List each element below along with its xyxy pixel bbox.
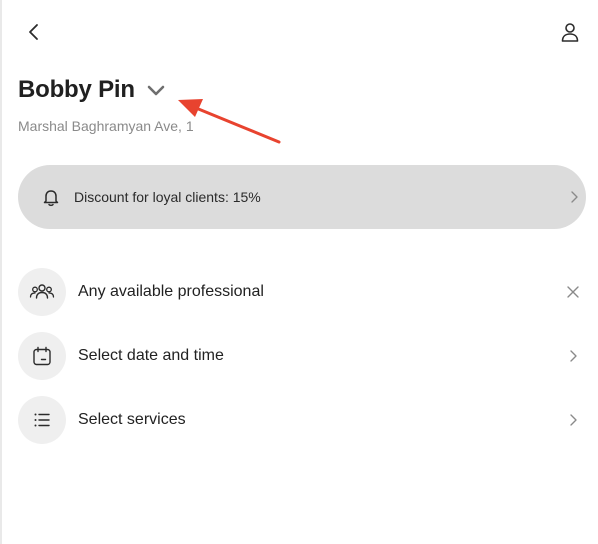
option-label: Select services <box>78 411 186 428</box>
option-label: Any available professional <box>78 283 264 300</box>
profile-button[interactable] <box>558 20 582 44</box>
user-icon <box>561 23 579 42</box>
discount-text: Discount for loyal clients: 15% <box>74 189 261 205</box>
chevron-left-icon <box>29 24 38 40</box>
chevron-right-icon <box>571 191 578 203</box>
icon-circle <box>18 396 66 444</box>
close-icon[interactable] <box>564 283 582 301</box>
chevron-right-icon <box>564 347 582 365</box>
option-date-time[interactable]: Select date and time <box>18 332 586 380</box>
people-icon <box>29 284 55 299</box>
chevron-right-icon <box>564 411 582 429</box>
bell-icon <box>43 190 59 207</box>
option-services[interactable]: Select services <box>18 396 586 444</box>
option-label: Select date and time <box>78 347 224 364</box>
discount-banner[interactable]: Discount for loyal clients: 15% <box>18 165 586 229</box>
window-edge <box>0 0 2 544</box>
option-professional[interactable]: Any available professional <box>18 268 586 316</box>
chevron-down-icon[interactable] <box>145 79 167 101</box>
list-icon <box>34 413 50 427</box>
calendar-icon <box>33 346 51 366</box>
salon-address: Marshal Baghramyan Ave, 1 <box>18 118 194 134</box>
salon-name: Bobby Pin <box>18 76 135 103</box>
icon-circle <box>18 268 66 316</box>
icon-circle <box>18 332 66 380</box>
back-button[interactable] <box>22 20 46 44</box>
salon-switcher[interactable]: Bobby Pin <box>18 76 167 104</box>
